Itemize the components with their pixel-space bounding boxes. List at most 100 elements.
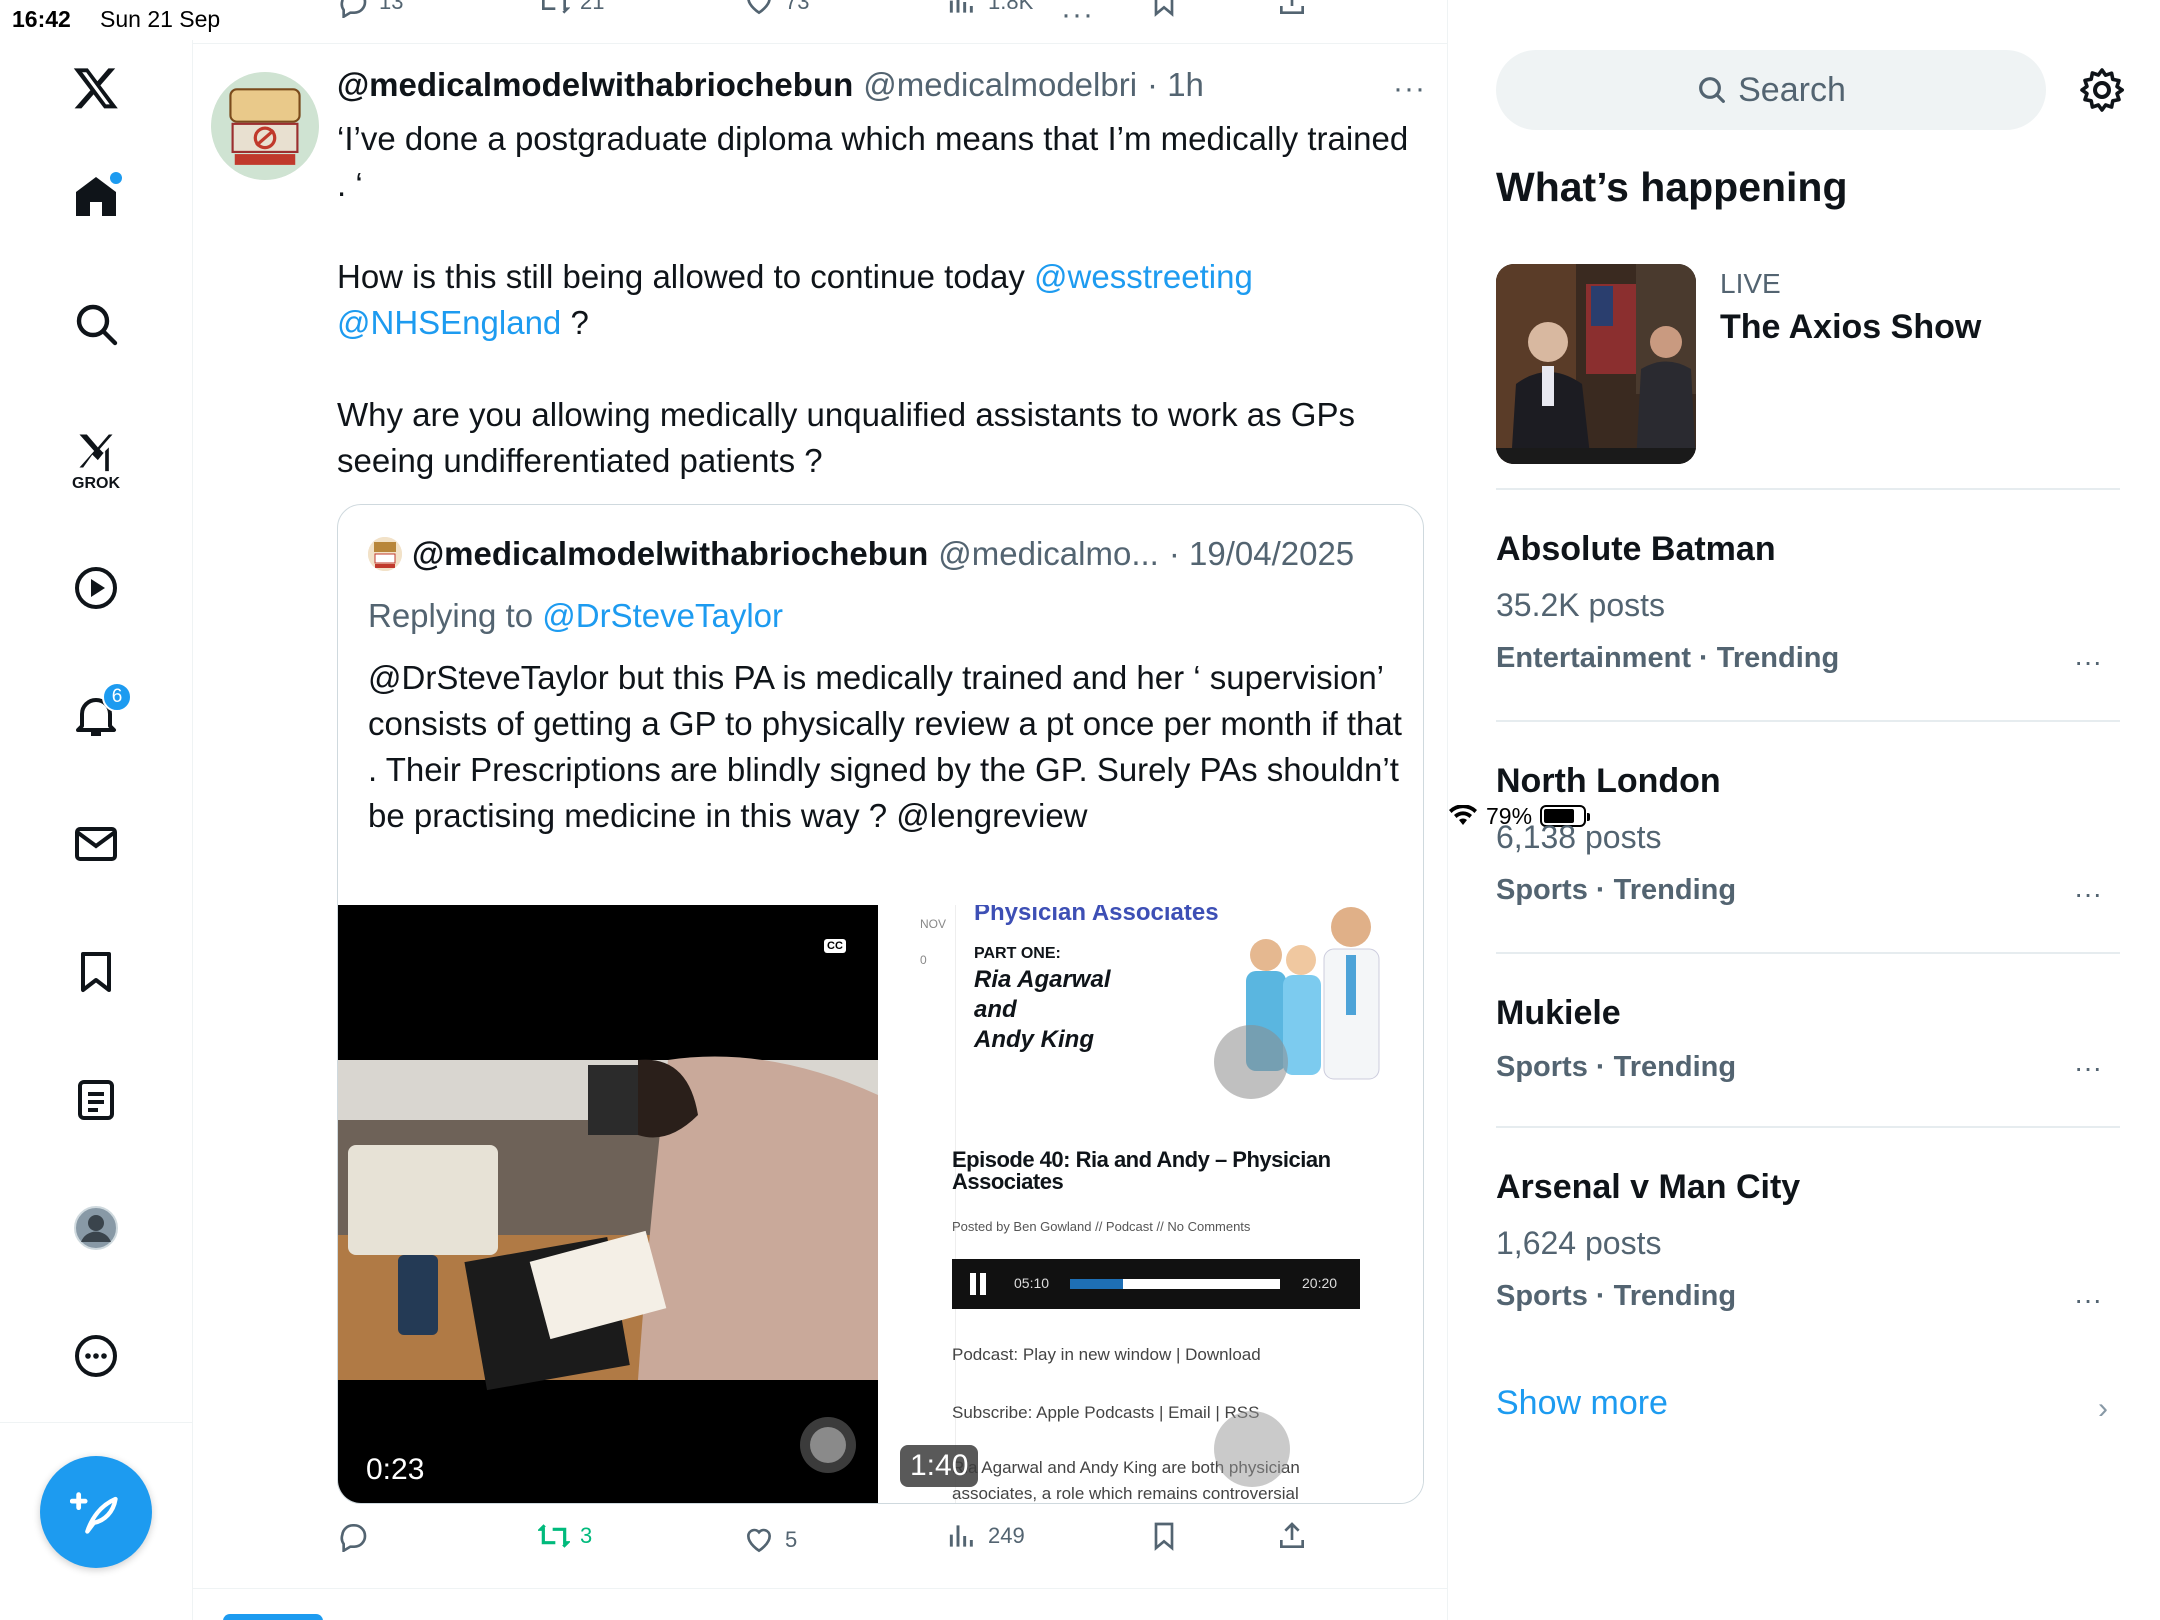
prev-reply-count: 13 <box>379 0 404 14</box>
video-player-1[interactable]: CC 0:23 <box>338 905 878 1503</box>
views-button[interactable]: 249 <box>946 1520 1025 1552</box>
pause-icon[interactable] <box>970 1273 976 1295</box>
previous-post-actions: 13 21 73 1.8K ··· <box>193 0 1447 44</box>
prev-bookmark-button[interactable] <box>1148 0 1180 18</box>
trend-item[interactable]: Arsenal v Man City 1,624 posts Sports · … <box>1496 1168 2120 1316</box>
prev-repost-count: 21 <box>580 0 605 14</box>
nav-divider <box>0 1422 193 1423</box>
notifications-badge: 6 <box>102 682 132 712</box>
divider <box>1496 720 2120 722</box>
settings-gear-icon[interactable] <box>2078 66 2126 114</box>
heart-icon <box>747 0 771 15</box>
podcast-progress-bar[interactable] <box>1070 1279 1280 1289</box>
share-button[interactable] <box>1276 1520 1308 1552</box>
grok-nav-item[interactable]: GROK <box>70 425 122 497</box>
prev-views-count: 1.8K <box>988 0 1034 14</box>
trend-more-icon[interactable]: ··· <box>2074 878 2102 910</box>
live-event-thumbnail[interactable] <box>1496 264 1696 464</box>
replying-to: Replying to @DrSteveTaylor <box>368 597 783 635</box>
trend-category: Sports · Trending <box>1496 1051 1737 1083</box>
mention-wesstreeting[interactable]: @wesstreeting <box>1034 258 1253 295</box>
more-icon[interactable] <box>70 1330 122 1382</box>
prev-share-button[interactable] <box>1276 0 1308 18</box>
views-icon <box>949 1525 973 1547</box>
author-name[interactable]: @medicalmodelwithabriochebun <box>337 66 853 104</box>
heart-icon <box>746 1528 772 1553</box>
podcast-time-current: 05:10 <box>1014 1275 1050 1291</box>
prev-repost-button[interactable]: 21 <box>538 0 604 18</box>
prev-like-button[interactable]: 73 <box>743 0 809 18</box>
like-count: 5 <box>785 1527 798 1552</box>
trend-more-icon[interactable]: ··· <box>2074 1052 2102 1084</box>
mention-nhsengland[interactable]: @NHSEngland <box>337 304 561 341</box>
compose-post-button[interactable] <box>40 1456 152 1568</box>
prev-views-button[interactable]: 1.8K <box>946 0 1033 18</box>
trend-item[interactable]: Absolute Batman 35.2K posts Entertainmen… <box>1496 530 2120 678</box>
live-title[interactable]: The Axios Show <box>1720 308 1981 347</box>
show-more-link[interactable]: Show more <box>1496 1384 1668 1423</box>
video-2-duration: 1:40 <box>900 1445 979 1487</box>
trend-more-icon[interactable]: ··· <box>2074 646 2102 678</box>
trend-posts: 6,138 posts <box>1496 819 1662 855</box>
messages-icon[interactable] <box>70 818 122 870</box>
live-label: LIVE <box>1720 268 1781 299</box>
video-2-posted-by: Posted by Ben Gowland // Podcast // No C… <box>952 1219 1251 1234</box>
video-1-duration: 0:23 <box>366 1453 425 1486</box>
podcast-player[interactable]: 05:10 20:20 <box>952 1259 1360 1309</box>
right-sidebar: Search What’s happening LIVE The Axios S… <box>1448 0 2160 1620</box>
next-post-avatar[interactable] <box>223 1614 323 1620</box>
podcast-progress-fill <box>1070 1279 1124 1289</box>
whats-happening-title: What’s happening <box>1496 164 1848 210</box>
author-handle[interactable]: @medicalmodelbri <box>863 66 1137 104</box>
timeline: 13 21 73 1.8K ··· @medicalmodelwithabrio… <box>193 0 1448 1620</box>
repost-button[interactable]: 3 <box>538 1520 592 1552</box>
home-icon[interactable] <box>70 170 122 222</box>
bookmark-icon <box>1154 1522 1174 1551</box>
quoted-post-date: · 19/04/2025 <box>1168 535 1355 572</box>
divider <box>1496 952 2120 954</box>
post[interactable]: @medicalmodelwithabriochebun @medicalmod… <box>193 44 1447 1589</box>
profile-icon[interactable] <box>70 1202 122 1254</box>
quoted-author-name[interactable]: @medicalmodelwithabriochebun <box>412 535 928 573</box>
bookmark-button[interactable] <box>1148 1520 1180 1552</box>
trend-item[interactable]: North London 6,138 posts Sports · Trendi… <box>1496 762 2120 910</box>
trend-title: Arsenal v Man City <box>1496 1168 1801 1206</box>
trend-item[interactable]: Mukiele Sports · Trending ··· <box>1496 994 2120 1084</box>
video-2-podcast-line: Podcast: Play in new window | Download <box>952 1345 1261 1364</box>
video-icon[interactable] <box>70 562 122 614</box>
quoted-author-avatar <box>368 537 402 571</box>
video-2-name-1: Ria Agarwal <box>974 966 1111 993</box>
author-avatar-image <box>211 72 319 180</box>
search-icon <box>1699 77 1726 103</box>
prev-more-icon[interactable]: ··· <box>1061 0 1094 32</box>
quoted-post[interactable]: @medicalmodelwithabriochebun @medicalmo.… <box>337 504 1424 1504</box>
video-2-description: Ria Agarwal and Andy King are both physi… <box>952 1458 1300 1503</box>
notifications-icon[interactable]: 6 <box>70 682 132 742</box>
video-2-side-strip: NOV 0 <box>886 905 956 1503</box>
author-avatar[interactable] <box>211 72 319 180</box>
trend-category: Entertainment · Trending <box>1496 642 1840 674</box>
video-player-2[interactable]: NOV 0 Physician Associates PART ONE: Ria… <box>886 905 1423 1503</box>
video-2-name-2: Andy King <box>974 1026 1094 1053</box>
like-button[interactable]: 5 <box>743 1524 797 1556</box>
prev-reply-button[interactable]: 13 <box>337 0 403 18</box>
grok-icon <box>79 434 113 472</box>
bookmarks-icon[interactable] <box>70 946 122 998</box>
video-2-banner: Physician Associates <box>974 905 1219 926</box>
post-time[interactable]: · 1h <box>1147 66 1204 104</box>
x-logo-icon[interactable] <box>70 62 122 114</box>
search-input[interactable]: Search <box>1496 50 2046 130</box>
post-more-icon[interactable]: ··· <box>1393 72 1426 106</box>
repost-icon <box>538 1524 570 1548</box>
trend-posts: 1,624 posts <box>1496 1225 1662 1261</box>
trend-title: Absolute Batman <box>1496 530 1776 568</box>
reply-button[interactable] <box>337 1520 379 1552</box>
quoted-post-text: @DrSteveTaylor but this PA is medically … <box>368 659 1402 834</box>
quoted-author-handle[interactable]: @medicalmo... <box>938 535 1159 573</box>
status-time: 16:42 <box>12 6 71 32</box>
lists-icon[interactable] <box>70 1074 122 1126</box>
replying-to-mention[interactable]: @DrSteveTaylor <box>542 597 783 634</box>
trend-more-icon[interactable]: ··· <box>2074 1284 2102 1316</box>
closed-captions-icon[interactable]: CC <box>824 939 846 953</box>
search-icon[interactable] <box>70 298 122 350</box>
